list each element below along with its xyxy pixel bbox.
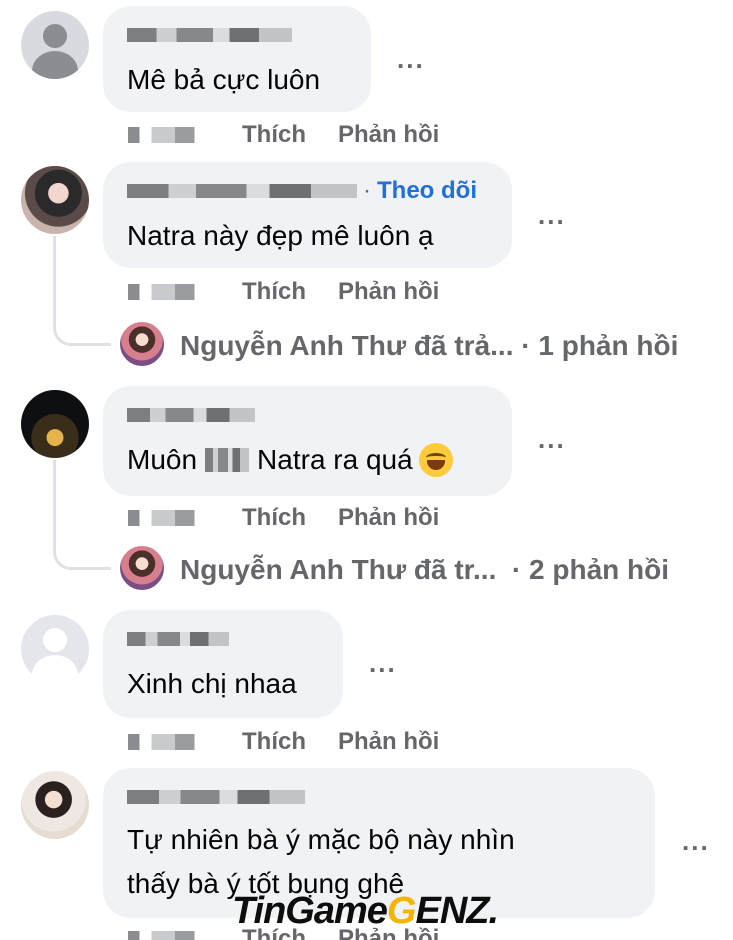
follow-button[interactable]: Theo dõi xyxy=(377,177,477,205)
avatar[interactable] xyxy=(21,771,89,839)
commenter-name-redacted[interactable] xyxy=(127,22,292,48)
comment-actions: Thích Phản hồi xyxy=(128,727,439,757)
commenter-name-redacted[interactable] xyxy=(127,784,305,810)
timestamp-redacted xyxy=(128,931,206,940)
reply-count: · 1 phản hồi xyxy=(521,330,679,361)
commenter-name-redacted[interactable]: · Theo dõi xyxy=(127,177,477,205)
more-options-button[interactable]: ... xyxy=(369,648,397,679)
commenter-name-redacted[interactable] xyxy=(127,402,255,428)
comment-text-line: Tự nhiên bà ý mặc bộ này nhìn xyxy=(127,824,515,855)
reply-avatar xyxy=(118,320,166,368)
comment-actions: Thích Phản hồi xyxy=(128,503,439,533)
comment-actions: Thích Phản hồi xyxy=(128,120,439,150)
site-watermark: TinGameGENZ. xyxy=(232,890,499,932)
comment-bubble: Xinh chị nhaa xyxy=(103,610,343,718)
like-button[interactable]: Thích xyxy=(242,121,306,149)
timestamp-redacted xyxy=(128,127,206,143)
thread-connector xyxy=(53,236,111,346)
comment-bubble: Mê bả cực luôn xyxy=(103,6,371,112)
comment-text: Xinh chị nhaa xyxy=(127,668,297,699)
reply-button[interactable]: Phản hồi xyxy=(338,278,439,306)
more-options-button[interactable]: ... xyxy=(538,424,566,455)
comment-bubble: · Theo dõi Natra này đẹp mê luôn ạ xyxy=(103,162,512,268)
grinning-face-icon xyxy=(418,443,453,477)
avatar[interactable] xyxy=(21,615,89,683)
like-button[interactable]: Thích xyxy=(242,504,306,532)
more-options-button[interactable]: ... xyxy=(682,826,710,857)
reply-avatar xyxy=(118,544,166,592)
reply-summary-text: Nguyễn Anh Thư đã trả... xyxy=(180,330,514,361)
reply-button[interactable]: Phản hồi xyxy=(338,121,439,149)
timestamp-redacted xyxy=(128,734,206,750)
redacted-word xyxy=(205,448,250,472)
comment-text: Natra này đẹp mê luôn ạ xyxy=(127,220,434,251)
view-replies-link[interactable]: Nguyễn Anh Thư đã trả... · 1 phản hồi xyxy=(180,322,678,370)
avatar[interactable] xyxy=(21,166,89,234)
timestamp-redacted xyxy=(128,510,206,526)
like-button[interactable]: Thích xyxy=(242,728,306,756)
thread-connector xyxy=(53,460,111,570)
comment-text: Muôn Natra ra quá xyxy=(127,442,453,478)
reply-button[interactable]: Phản hồi xyxy=(338,728,439,756)
view-replies-link[interactable]: Nguyễn Anh Thư đã tr... · 2 phản hồi xyxy=(180,546,669,594)
comment-bubble: Muôn Natra ra quá xyxy=(103,386,512,496)
reply-count: · 2 phản hồi xyxy=(511,554,670,585)
person-silhouette-icon xyxy=(43,628,67,652)
avatar[interactable] xyxy=(21,11,89,79)
reply-summary-text: Nguyễn Anh Thư đã tr... xyxy=(180,554,497,585)
comment-actions: Thích Phản hồi xyxy=(128,277,439,307)
avatar[interactable] xyxy=(21,390,89,458)
like-button[interactable]: Thích xyxy=(242,278,306,306)
more-options-button[interactable]: ... xyxy=(397,44,425,75)
commenter-name-redacted[interactable] xyxy=(127,626,229,652)
more-options-button[interactable]: ... xyxy=(538,200,566,231)
comment-text: Mê bả cực luôn xyxy=(127,64,321,95)
timestamp-redacted xyxy=(128,284,206,300)
person-silhouette-icon xyxy=(43,24,67,48)
reply-button[interactable]: Phản hồi xyxy=(338,504,439,532)
